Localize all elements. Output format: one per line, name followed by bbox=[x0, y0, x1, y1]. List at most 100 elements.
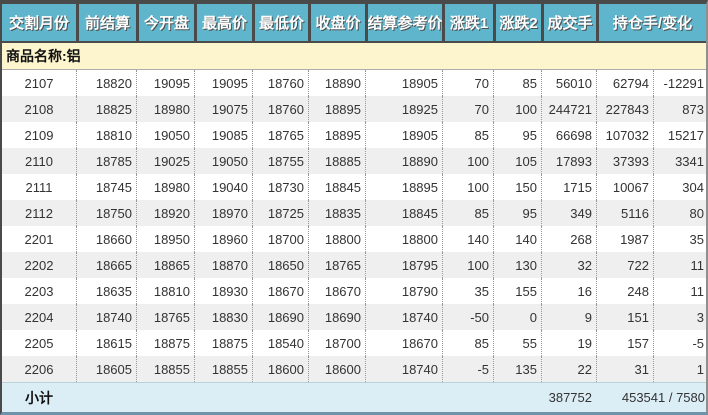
cell-high: 19040 bbox=[194, 174, 252, 200]
cell-high: 18870 bbox=[194, 252, 252, 278]
cell-delivery-month: 2202 bbox=[24, 257, 54, 273]
cell-open: 18810 bbox=[136, 278, 194, 304]
cell-open: 18875 bbox=[136, 330, 194, 356]
cell-volume: 9 bbox=[541, 304, 596, 330]
cell-open: 18950 bbox=[136, 226, 194, 252]
cell-high: 19075 bbox=[194, 96, 252, 122]
cell-settlement-reference: 18890 bbox=[365, 148, 442, 174]
cell-settlement-reference: 18740 bbox=[365, 356, 442, 382]
table-row: 2205 18615 18875 18875 18540 18700 18670… bbox=[2, 330, 706, 356]
cell-delivery-month: 2107 bbox=[24, 75, 54, 91]
cell-close: 18885 bbox=[308, 148, 365, 174]
cell-volume: 19 bbox=[541, 330, 596, 356]
subtotal-label: 小计 bbox=[25, 389, 53, 406]
cell-change2: 105 bbox=[493, 148, 541, 174]
header-change2: 涨跌2 bbox=[493, 4, 541, 41]
futures-quote-table: 交割月份 前结算 今开盘 最高价 最低价 收盘价 结算参考价 涨跌1 涨跌2 成… bbox=[0, 0, 708, 415]
cell-open: 19050 bbox=[136, 122, 194, 148]
cell-open: 18855 bbox=[136, 356, 194, 382]
cell-prev-settlement: 18810 bbox=[76, 122, 136, 148]
table-row: 2201 18660 18950 18960 18700 18800 18800… bbox=[2, 226, 706, 252]
cell-prev-settlement: 18635 bbox=[76, 278, 136, 304]
cell-low: 18760 bbox=[252, 70, 308, 96]
cell-oi-change: 304 bbox=[653, 174, 706, 200]
table-header-row: 交割月份 前结算 今开盘 最高价 最低价 收盘价 结算参考价 涨跌1 涨跌2 成… bbox=[2, 4, 706, 43]
cell-change1: 85 bbox=[442, 330, 493, 356]
cell-oi-change: 35 bbox=[653, 226, 706, 252]
table-row: 2203 18635 18810 18930 18670 18670 18790… bbox=[2, 278, 706, 304]
cell-high: 18960 bbox=[194, 226, 252, 252]
cell-volume: 32 bbox=[541, 252, 596, 278]
cell-high: 18875 bbox=[194, 330, 252, 356]
table-row: 2110 18785 19025 19050 18755 18885 18890… bbox=[2, 148, 706, 174]
cell-oi-change: -12291 bbox=[653, 70, 706, 96]
cell-open-interest: 157 bbox=[596, 330, 653, 356]
cell-change2: 130 bbox=[493, 252, 541, 278]
header-settlement-reference: 结算参考价 bbox=[365, 4, 442, 41]
cell-change1: 100 bbox=[442, 252, 493, 278]
header-change1: 涨跌1 bbox=[442, 4, 493, 41]
cell-prev-settlement: 18605 bbox=[76, 356, 136, 382]
cell-close: 18895 bbox=[308, 122, 365, 148]
cell-open-interest: 248 bbox=[596, 278, 653, 304]
cell-open-interest: 5116 bbox=[596, 200, 653, 226]
cell-low: 18690 bbox=[252, 304, 308, 330]
cell-volume: 268 bbox=[541, 226, 596, 252]
cell-change1: -50 bbox=[442, 304, 493, 330]
cell-low: 18755 bbox=[252, 148, 308, 174]
cell-settlement-reference: 18800 bbox=[365, 226, 442, 252]
cell-delivery-month: 2201 bbox=[24, 231, 54, 247]
cell-open: 18980 bbox=[136, 174, 194, 200]
cell-close: 18800 bbox=[308, 226, 365, 252]
cell-close: 18600 bbox=[308, 356, 365, 382]
cell-prev-settlement: 18745 bbox=[76, 174, 136, 200]
cell-open: 19095 bbox=[136, 70, 194, 96]
cell-change2: 95 bbox=[493, 200, 541, 226]
cell-settlement-reference: 18670 bbox=[365, 330, 442, 356]
cell-prev-settlement: 18825 bbox=[76, 96, 136, 122]
cell-volume: 349 bbox=[541, 200, 596, 226]
cell-prev-settlement: 18660 bbox=[76, 226, 136, 252]
cell-settlement-reference: 18790 bbox=[365, 278, 442, 304]
cell-open-interest: 722 bbox=[596, 252, 653, 278]
cell-open-interest: 227843 bbox=[596, 96, 653, 122]
cell-volume: 17893 bbox=[541, 148, 596, 174]
cell-change1: 85 bbox=[442, 122, 493, 148]
cell-change1: 140 bbox=[442, 226, 493, 252]
cell-delivery-month: 2111 bbox=[25, 179, 53, 195]
cell-change1: 100 bbox=[442, 148, 493, 174]
header-prev-settlement: 前结算 bbox=[76, 4, 136, 41]
cell-settlement-reference: 18795 bbox=[365, 252, 442, 278]
cell-prev-settlement: 18615 bbox=[76, 330, 136, 356]
cell-low: 18600 bbox=[252, 356, 308, 382]
cell-low: 18760 bbox=[252, 96, 308, 122]
cell-oi-change: 80 bbox=[653, 200, 706, 226]
cell-change2: 140 bbox=[493, 226, 541, 252]
cell-open: 18765 bbox=[136, 304, 194, 330]
cell-open-interest: 62794 bbox=[596, 70, 653, 96]
cell-settlement-reference: 18845 bbox=[365, 200, 442, 226]
cell-low: 18650 bbox=[252, 252, 308, 278]
cell-delivery-month: 2205 bbox=[24, 335, 54, 351]
table-row: 2206 18605 18855 18855 18600 18600 18740… bbox=[2, 356, 706, 382]
cell-prev-settlement: 18820 bbox=[76, 70, 136, 96]
cell-change1: 70 bbox=[442, 96, 493, 122]
cell-open: 19025 bbox=[136, 148, 194, 174]
cell-low: 18700 bbox=[252, 226, 308, 252]
cell-volume: 22 bbox=[541, 356, 596, 382]
subtotal-open-interest-total: 453541 / 7580 bbox=[621, 390, 705, 405]
table-row: 2202 18665 18865 18870 18650 18765 18795… bbox=[2, 252, 706, 278]
cell-change2: 155 bbox=[493, 278, 541, 304]
cell-delivery-month: 2204 bbox=[24, 309, 54, 325]
cell-open-interest: 1987 bbox=[596, 226, 653, 252]
header-open: 今开盘 bbox=[136, 4, 194, 41]
cell-high: 18855 bbox=[194, 356, 252, 382]
cell-open: 18865 bbox=[136, 252, 194, 278]
cell-open-interest: 151 bbox=[596, 304, 653, 330]
cell-settlement-reference: 18740 bbox=[365, 304, 442, 330]
subtotal-spacer bbox=[76, 383, 541, 412]
cell-delivery-month: 2112 bbox=[25, 205, 53, 221]
cell-change2: 85 bbox=[493, 70, 541, 96]
cell-close: 18670 bbox=[308, 278, 365, 304]
table-row: 2111 18745 18980 19040 18730 18845 18895… bbox=[2, 174, 706, 200]
